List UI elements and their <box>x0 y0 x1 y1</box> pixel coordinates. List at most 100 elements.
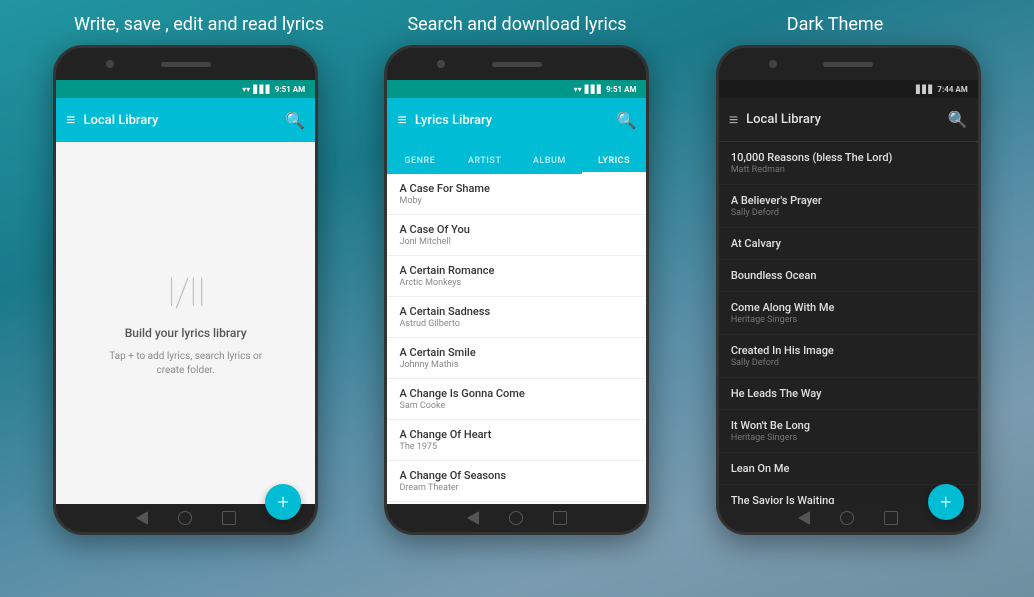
song-title: A Certain Romance <box>399 264 634 277</box>
dark-song-title: 10,000 Reasons (bless The Lord) <box>731 151 966 164</box>
dark-song-artist: Sally Deford <box>731 208 966 218</box>
toolbar-title-2: Lyrics Library <box>415 113 609 128</box>
dark-song-title: A Believer's Prayer <box>731 194 966 207</box>
dark-song-title: At Calvary <box>731 237 966 250</box>
time-1: 9:51 AM <box>275 85 305 94</box>
dark-song-title: Boundless Ocean <box>731 269 966 282</box>
toolbar-title-3: Local Library <box>746 112 940 127</box>
dark-song-artist: Heritage Singers <box>731 315 966 325</box>
phone1: ▾▾ ▋▋▋ 9:51 AM ≡ Local Library 🔍 I/II Bu… <box>53 45 318 535</box>
tab-artist[interactable]: ARTIST <box>452 156 517 174</box>
phone2-label: Search and download lyrics <box>358 14 676 35</box>
empty-subtitle: Tap + to add lyrics, search lyrics or cr… <box>106 350 266 378</box>
toolbar-1: ≡ Local Library 🔍 <box>56 98 315 142</box>
dark-song-artist: Matt Redman <box>731 165 966 175</box>
signal-icon: ▋▋▋ <box>253 85 271 94</box>
status-bar-2: ▾▾ ▋▋▋ 9:51 AM <box>387 80 646 98</box>
toolbar-2: ≡ Lyrics Library 🔍 <box>387 98 646 142</box>
signal-icon-2: ▋▋▋ <box>585 85 603 94</box>
song-artist: Astrud Gilberto <box>399 319 634 329</box>
list-item[interactable]: A Certain Smile Johnny Mathis <box>387 338 646 379</box>
list-item[interactable]: A Change Of Heart The 1975 <box>387 420 646 461</box>
recents-btn-1[interactable] <box>222 511 236 525</box>
wifi-icon: ▾▾ <box>242 85 250 94</box>
song-artist: Joni Mitchell <box>399 237 634 247</box>
phone3: ▋▋▋ 7:44 AM ≡ Local Library 🔍 10,000 Rea… <box>716 45 981 535</box>
dark-song-title: Lean On Me <box>731 462 966 475</box>
dark-song-title: He Leads The Way <box>731 387 966 400</box>
song-artist: Moby <box>399 196 634 206</box>
time-2: 9:51 AM <box>606 85 636 94</box>
toolbar-title-1: Local Library <box>84 113 278 128</box>
list-item[interactable]: A Change Is Gonna Come Sam Cooke <box>387 379 646 420</box>
tab-genre[interactable]: GENRE <box>387 156 452 174</box>
song-title: A Case For Shame <box>399 182 634 195</box>
dark-list-item[interactable]: Come Along With Me Heritage Singers <box>719 292 978 335</box>
empty-title: Build your lyrics library <box>125 326 247 340</box>
speaker-3 <box>823 62 873 67</box>
empty-state: I/II Build your lyrics library Tap + to … <box>56 142 315 504</box>
menu-icon-2[interactable]: ≡ <box>397 110 406 130</box>
time-3: 7:44 AM <box>937 85 967 94</box>
recents-btn-3[interactable] <box>884 511 898 525</box>
dark-list-item[interactable]: Lean On Me <box>719 453 978 485</box>
song-title: A Certain Smile <box>399 346 634 359</box>
search-icon-1[interactable]: 🔍 <box>285 111 305 130</box>
dark-list-item[interactable]: It Won't Be Long Heritage Singers <box>719 410 978 453</box>
dark-list-item[interactable]: Created In His Image Sally Deford <box>719 335 978 378</box>
home-btn-2[interactable] <box>509 511 523 525</box>
list-item[interactable]: A Change Of Seasons Dream Theater <box>387 461 646 502</box>
dark-song-artist: Sally Deford <box>731 358 966 368</box>
camera-icon <box>106 60 114 68</box>
song-artist: Arctic Monkeys <box>399 278 634 288</box>
camera-icon-3 <box>769 60 777 68</box>
nav-bar-2 <box>387 504 646 532</box>
song-artist: The 1975 <box>399 442 634 452</box>
status-bar-1: ▾▾ ▋▋▋ 9:51 AM <box>56 80 315 98</box>
dark-song-title: Created In His Image <box>731 344 966 357</box>
speaker <box>161 62 211 67</box>
home-btn-1[interactable] <box>178 511 192 525</box>
toolbar-3: ≡ Local Library 🔍 <box>719 98 978 142</box>
back-btn-2[interactable] <box>467 511 479 525</box>
list-item[interactable]: A Certain Romance Arctic Monkeys <box>387 256 646 297</box>
song-title: A Change Is Gonna Come <box>399 387 634 400</box>
dark-list-item[interactable]: 10,000 Reasons (bless The Lord) Matt Red… <box>719 142 978 185</box>
dark-song-title: It Won't Be Long <box>731 419 966 432</box>
back-btn-1[interactable] <box>136 511 148 525</box>
dark-list: 10,000 Reasons (bless The Lord) Matt Red… <box>719 142 978 504</box>
lyrics-list: A Case For Shame Moby A Case Of You Joni… <box>387 174 646 504</box>
empty-icon: I/II <box>166 269 205 316</box>
list-item[interactable]: A Certain Sadness Astrud Gilberto <box>387 297 646 338</box>
list-item[interactable]: A Case For Shame Moby <box>387 174 646 215</box>
home-btn-3[interactable] <box>840 511 854 525</box>
song-artist: Johnny Mathis <box>399 360 634 370</box>
dark-list-item[interactable]: At Calvary <box>719 228 978 260</box>
song-title: A Change Of Seasons <box>399 469 634 482</box>
search-icon-2[interactable]: 🔍 <box>617 111 637 130</box>
menu-icon-3[interactable]: ≡ <box>729 110 738 130</box>
tab-lyrics[interactable]: LYRICS <box>582 156 647 174</box>
dark-song-title: Come Along With Me <box>731 301 966 314</box>
camera-icon-2 <box>437 60 445 68</box>
dark-song-artist: Heritage Singers <box>731 433 966 443</box>
dark-list-item[interactable]: He Leads The Way <box>719 378 978 410</box>
song-title: A Case Of You <box>399 223 634 236</box>
signal-icon-3: ▋▋▋ <box>916 85 934 94</box>
search-icon-3[interactable]: 🔍 <box>948 110 968 129</box>
menu-icon-1[interactable]: ≡ <box>66 110 75 130</box>
phone3-label: Dark Theme <box>676 14 994 35</box>
recents-btn-2[interactable] <box>553 511 567 525</box>
dark-list-item[interactable]: Boundless Ocean <box>719 260 978 292</box>
song-title: A Change Of Heart <box>399 428 634 441</box>
speaker-2 <box>492 62 542 67</box>
tabs-bar: GENRE ARTIST ALBUM LYRICS <box>387 142 646 174</box>
tab-album[interactable]: ALBUM <box>517 156 582 174</box>
song-artist: Sam Cooke <box>399 401 634 411</box>
back-btn-3[interactable] <box>798 511 810 525</box>
dark-list-item[interactable]: A Believer's Prayer Sally Deford <box>719 185 978 228</box>
status-bar-3: ▋▋▋ 7:44 AM <box>719 80 978 98</box>
song-title: A Certain Sadness <box>399 305 634 318</box>
list-item[interactable]: A Case Of You Joni Mitchell <box>387 215 646 256</box>
song-artist: Dream Theater <box>399 483 634 493</box>
